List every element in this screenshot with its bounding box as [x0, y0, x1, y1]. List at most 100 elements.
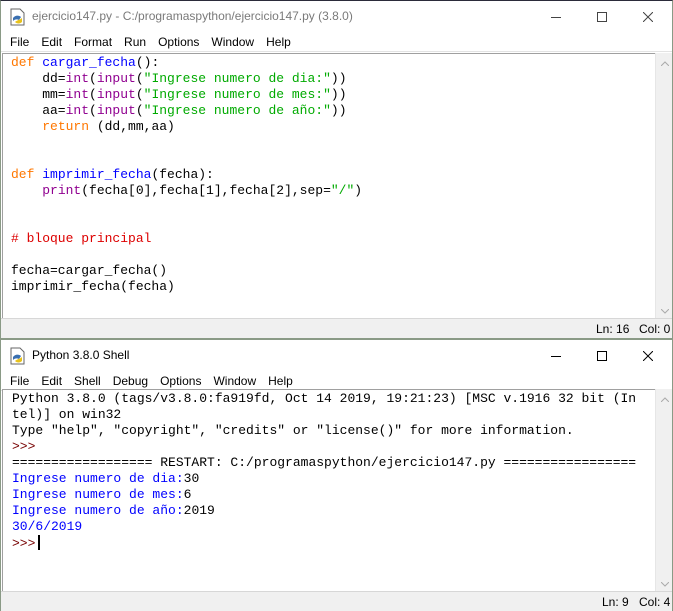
code-line: def imprimir_fecha(fecha):: [11, 167, 655, 183]
code-token: input: [96, 71, 136, 86]
minimize-button-shell[interactable]: [533, 340, 579, 371]
shell-line: Ingrese numero de dia:30: [12, 471, 655, 487]
menu-file[interactable]: File: [4, 32, 35, 52]
code-token: ================== RESTART: C:/programas…: [12, 455, 637, 470]
code-token: mm=: [11, 87, 66, 102]
shell-line: ================== RESTART: C:/programas…: [12, 455, 655, 471]
code-token: imprimir_fecha: [42, 167, 152, 182]
shell-line: 30/6/2019: [12, 519, 655, 535]
scroll-down-button[interactable]: [656, 574, 673, 591]
code-token: ): [354, 183, 363, 198]
code-line: print(fecha[0],fecha[1],fecha[2],sep="/"…: [11, 183, 655, 199]
code-line: mm=int(input("Ingrese numero de mes:")): [11, 87, 655, 103]
code-token: imprimir_fecha(fecha): [11, 279, 175, 294]
code-token: (: [89, 103, 97, 118]
code-token: tel)] on win32: [12, 407, 122, 422]
code-token: input: [96, 87, 136, 102]
code-token: 6: [183, 487, 192, 502]
line-number: Ln: 16: [596, 322, 630, 336]
menu-shell[interactable]: Shell: [68, 371, 107, 391]
code-token: fecha=cargar_fecha(): [11, 263, 168, 278]
code-token: dd=: [11, 71, 66, 86]
maximize-icon: [597, 11, 607, 22]
minimize-button-editor[interactable]: [533, 1, 579, 32]
menu-options[interactable]: Options: [154, 371, 207, 391]
code-token: >>>: [12, 439, 44, 454]
python-idle-icon: [10, 347, 26, 365]
menu-options[interactable]: Options: [152, 32, 205, 52]
code-line: # bloque principal: [11, 231, 655, 247]
menu-help[interactable]: Help: [260, 32, 297, 52]
chevron-down-icon: [660, 301, 669, 319]
window-title: ejercicio147.py - C:/programaspython/eje…: [32, 9, 353, 23]
code-token: Ingrese numero de año:: [12, 503, 184, 518]
code-line: dd=int(input("Ingrese numero de dia:")): [11, 71, 655, 87]
minimize-icon: [551, 351, 561, 361]
code-token: int: [65, 71, 90, 86]
close-button-shell[interactable]: [625, 340, 671, 371]
editor-statusbar: Ln: 16 Col: 0: [1, 318, 672, 338]
shell-output[interactable]: Python 3.8.0 (tags/v3.8.0:fa919fd, Oct 1…: [3, 390, 655, 535]
menu-edit[interactable]: Edit: [35, 371, 68, 391]
code-line: return (dd,mm,aa): [11, 119, 655, 135]
code-token: Type "help", "copyright", "credits" or "…: [12, 423, 574, 438]
close-button-editor[interactable]: [625, 1, 671, 32]
code-token: (fecha[0],fecha[1],fecha[2],sep=: [81, 183, 331, 198]
code-token: # bloque principal: [11, 231, 152, 246]
shell-prompt-line[interactable]: >>>: [3, 535, 655, 552]
minimize-icon: [551, 12, 561, 22]
menu-file[interactable]: File: [4, 371, 35, 391]
code-token: 30/6/2019: [12, 519, 83, 534]
code-token: )): [330, 103, 347, 118]
code-token: aa=: [11, 103, 66, 118]
menu-edit[interactable]: Edit: [35, 32, 68, 52]
editor-scrollbar[interactable]: [655, 53, 672, 318]
menu-window[interactable]: Window: [205, 32, 260, 52]
chevron-down-icon: [660, 574, 669, 592]
shell-scrollbar[interactable]: [655, 389, 672, 591]
menu-run[interactable]: Run: [118, 32, 152, 52]
code-line: def cargar_fecha():: [11, 55, 655, 71]
code-token: def: [11, 167, 35, 182]
code-token: (: [89, 87, 97, 102]
shell-window: Python 3.8.0 Shell File Edit Shell Debug…: [0, 339, 673, 611]
chevron-up-icon: [660, 53, 669, 71]
shell-line: >>>: [12, 439, 655, 455]
shell-line: Type "help", "copyright", "credits" or "…: [12, 423, 655, 439]
shell-line: Python 3.8.0 (tags/v3.8.0:fa919fd, Oct 1…: [12, 391, 655, 407]
menu-window[interactable]: Window: [207, 371, 262, 391]
code-token: input: [96, 103, 136, 118]
shell-menubar: File Edit Shell Debug Options Window Hel…: [1, 371, 672, 391]
code-token: "/": [330, 183, 355, 198]
code-line: fecha=cargar_fecha(): [11, 263, 655, 279]
code-line: aa=int(input("Ingrese numero de año:")): [11, 103, 655, 119]
menu-debug[interactable]: Debug: [107, 371, 154, 391]
scroll-up-button[interactable]: [656, 53, 673, 70]
maximize-icon: [597, 350, 607, 361]
close-icon: [643, 11, 653, 22]
code-token: def: [11, 55, 35, 70]
code-token: (: [135, 103, 144, 118]
code-token: "Ingrese numero de dia:": [143, 71, 331, 86]
maximize-button-editor[interactable]: [579, 1, 625, 32]
editor-text-area[interactable]: def cargar_fecha(): dd=int(input("Ingres…: [2, 53, 655, 318]
text-cursor: [38, 535, 41, 550]
code-token: (dd,mm,aa): [89, 119, 175, 134]
menu-help[interactable]: Help: [262, 371, 299, 391]
scroll-up-button[interactable]: [656, 389, 673, 406]
code-token: Python 3.8.0 (tags/v3.8.0:fa919fd, Oct 1…: [12, 391, 637, 406]
shell-text-area[interactable]: Python 3.8.0 (tags/v3.8.0:fa919fd, Oct 1…: [2, 389, 655, 591]
menu-format[interactable]: Format: [68, 32, 118, 52]
python-idle-icon: [10, 8, 26, 26]
maximize-button-shell[interactable]: [579, 340, 625, 371]
scroll-down-button[interactable]: [656, 301, 673, 318]
code-content[interactable]: def cargar_fecha(): dd=int(input("Ingres…: [3, 54, 655, 295]
code-token: 30: [183, 471, 200, 486]
code-token: Ingrese numero de dia:: [12, 471, 184, 486]
column-number: Col: 4: [639, 595, 671, 609]
